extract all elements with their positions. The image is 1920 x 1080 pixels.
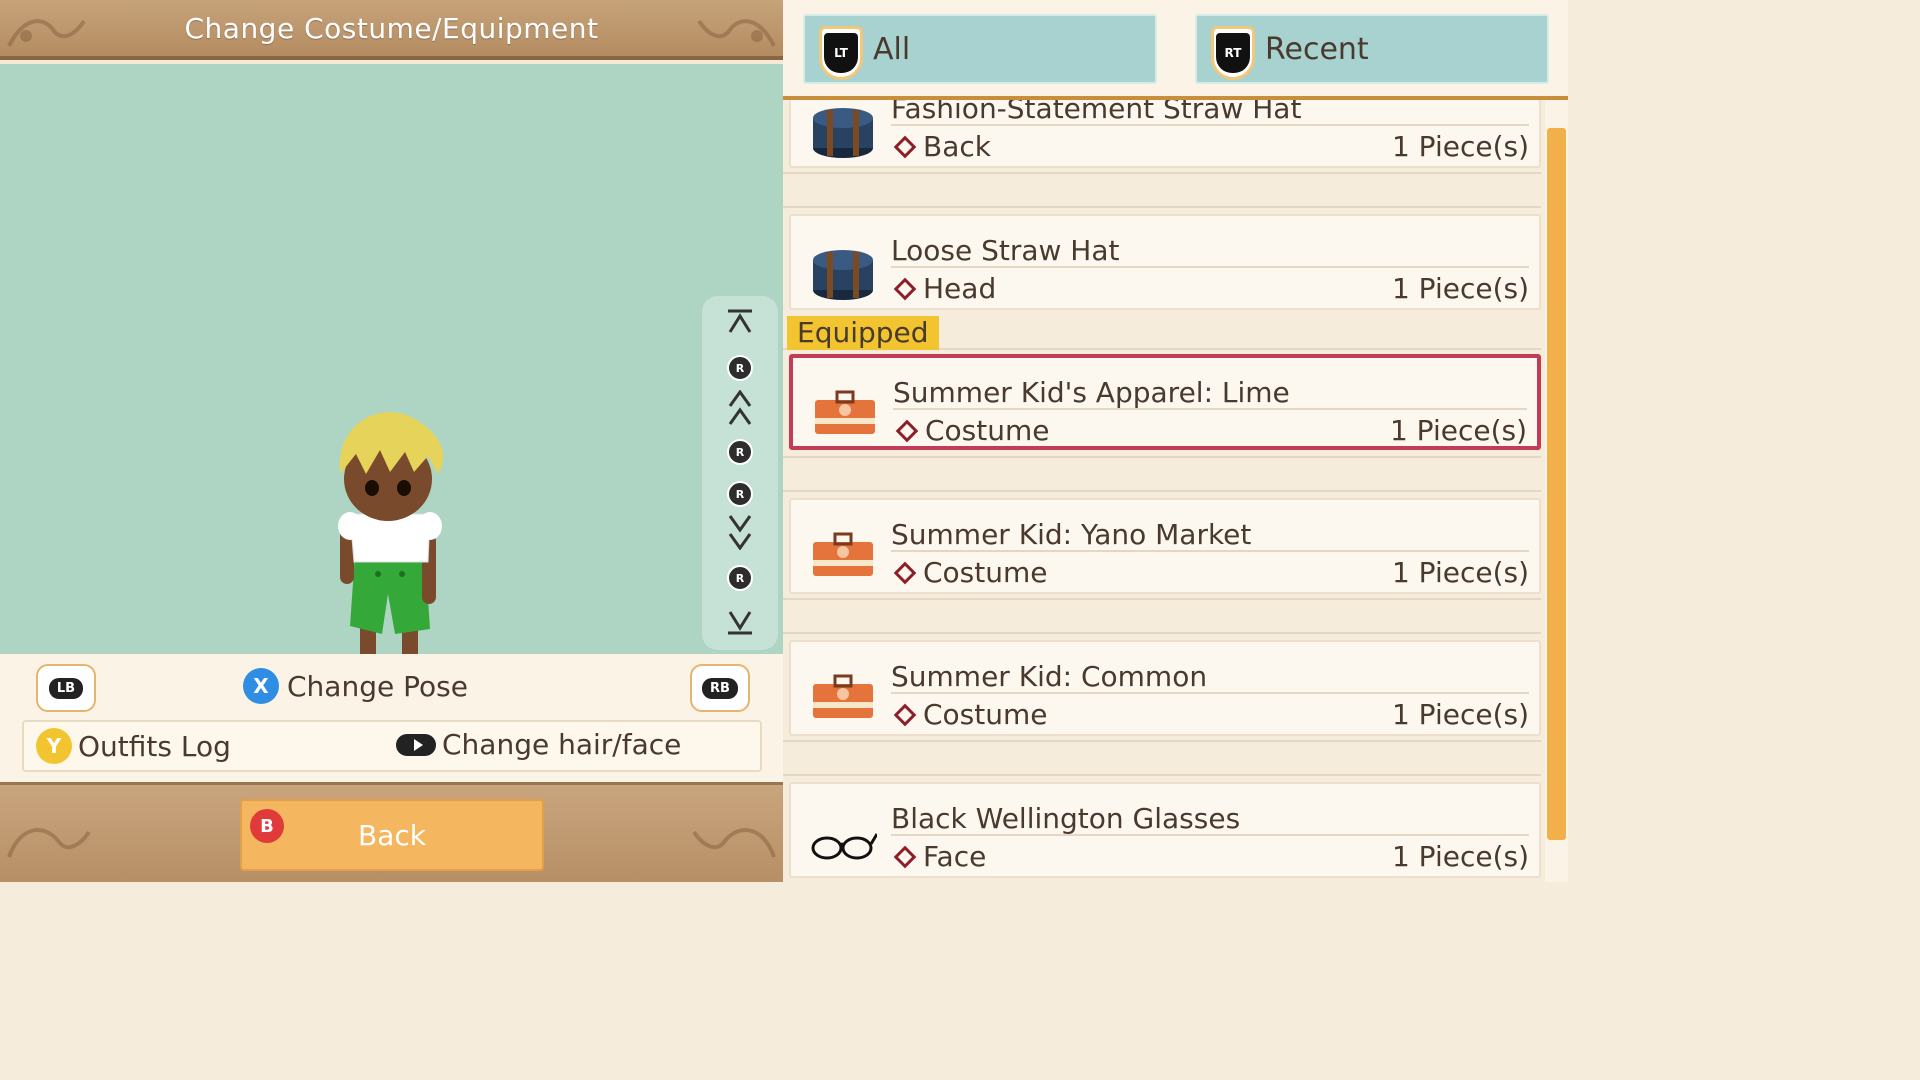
secondary-actions: Y Outfits Log Change hair/face <box>22 720 762 772</box>
outfits-log-label: Outfits Log <box>78 729 231 763</box>
item-name: Summer Kid's Apparel: Lime <box>893 376 1290 409</box>
rotate-right-icon[interactable]: R <box>724 478 756 510</box>
camera-up-icon[interactable]: R <box>724 352 756 384</box>
ornament-icon <box>692 828 776 858</box>
item-quantity: 1 Piece(s) <box>1389 414 1527 447</box>
slot-diamond-icon <box>893 135 917 158</box>
item-slot: Costume <box>923 698 1048 731</box>
costume-case-icon <box>815 390 875 434</box>
tab-recent[interactable]: RT Recent <box>1195 14 1549 84</box>
scroll-thumb[interactable] <box>1547 128 1566 840</box>
list-item-selected[interactable]: Summer Kid's Apparel: Lime Costume 1 Pie… <box>789 354 1541 450</box>
slot-diamond-icon <box>893 277 917 300</box>
costume-case-icon <box>813 674 873 718</box>
item-slot: Back <box>923 130 991 163</box>
back-button[interactable]: B Back <box>240 799 544 871</box>
title-bar: Change Costume/Equipment <box>0 0 783 60</box>
change-pose-label: Change Pose <box>287 669 468 703</box>
glasses-icon <box>811 833 877 860</box>
item-slot: Costume <box>925 414 1050 447</box>
scroll-top-icon[interactable] <box>724 306 756 338</box>
item-name: Summer Kid: Common <box>891 660 1208 693</box>
change-hair-face-button[interactable]: Change hair/face <box>396 728 681 761</box>
item-name: Summer Kid: Yano Market <box>891 518 1252 551</box>
item-quantity: 1 Piece(s) <box>1391 556 1529 589</box>
camera-controls[interactable]: R R R R <box>702 296 778 650</box>
list-item[interactable]: Summer Kid: Yano Market Costume 1 Piece(… <box>789 498 1541 594</box>
item-slot: Face <box>923 840 987 873</box>
tab-all[interactable]: LT All <box>803 14 1157 84</box>
change-pose-button[interactable]: X Change Pose <box>243 668 468 704</box>
change-hair-face-label: Change hair/face <box>442 728 682 761</box>
costume-case-icon <box>813 532 873 576</box>
zoom-in-icon[interactable] <box>724 390 756 425</box>
item-list[interactable]: Fashion-Statement Straw Hat Back 1 Piece… <box>783 72 1568 882</box>
slot-diamond-icon <box>893 703 917 726</box>
rotate-left-icon[interactable]: R <box>724 436 756 468</box>
lb-button[interactable]: LB <box>36 664 96 712</box>
scroll-bottom-icon[interactable] <box>724 606 756 638</box>
tab-all-label: All <box>873 32 911 67</box>
item-slot: Head <box>923 272 997 305</box>
ornament-icon <box>7 828 91 858</box>
item-slot: Costume <box>923 556 1048 589</box>
lt-button-icon: LT <box>819 26 863 80</box>
slot-diamond-icon <box>895 419 919 442</box>
outfits-log-button[interactable]: Y Outfits Log <box>36 728 231 764</box>
page-title: Change Costume/Equipment <box>184 12 599 45</box>
zoom-out-icon[interactable] <box>724 515 756 550</box>
list-item[interactable]: Black Wellington Glasses Face 1 Piece(s) <box>789 782 1541 878</box>
item-quantity: 1 Piece(s) <box>1391 272 1529 305</box>
slot-diamond-icon <box>893 561 917 584</box>
tab-recent-label: Recent <box>1265 32 1369 67</box>
rt-button-icon: RT <box>1211 26 1255 80</box>
bottom-bar: B Back <box>0 782 783 882</box>
y-button-icon: Y <box>36 728 72 764</box>
control-hints: LB X Change Pose RB Y Outfits Log Change… <box>0 654 783 782</box>
item-name: Black Wellington Glasses <box>891 802 1241 835</box>
back-label: Back <box>358 819 426 852</box>
item-quantity: 1 Piece(s) <box>1391 840 1529 873</box>
item-quantity: 1 Piece(s) <box>1391 698 1529 731</box>
character-preview[interactable]: R R R R <box>0 64 783 688</box>
list-item[interactable]: Summer Kid: Common Costume 1 Piece(s) <box>789 640 1541 736</box>
hatbox-icon <box>813 108 873 158</box>
item-name: Loose Straw Hat <box>891 234 1120 267</box>
x-button-icon: X <box>243 668 279 704</box>
filter-bar: LT All RT Recent <box>783 0 1568 100</box>
item-quantity: 1 Piece(s) <box>1391 130 1529 163</box>
scrollbar[interactable] <box>1545 100 1568 882</box>
preview-panel: Change Costume/Equipment R R R R LB X Ch… <box>0 0 783 882</box>
character-model <box>338 412 444 688</box>
list-item[interactable]: Loose Straw Hat Head 1 Piece(s) <box>789 214 1541 310</box>
camera-down-icon[interactable]: R <box>724 562 756 594</box>
ornament-icon <box>697 19 776 47</box>
equipped-badge: Equipped <box>787 316 939 350</box>
slot-diamond-icon <box>893 845 917 868</box>
right-stick-icon <box>396 733 436 756</box>
hatbox-icon <box>813 250 873 300</box>
inventory-panel: LT All RT Recent Fashion-Statement Straw… <box>783 0 1568 882</box>
rb-button[interactable]: RB <box>690 664 750 712</box>
